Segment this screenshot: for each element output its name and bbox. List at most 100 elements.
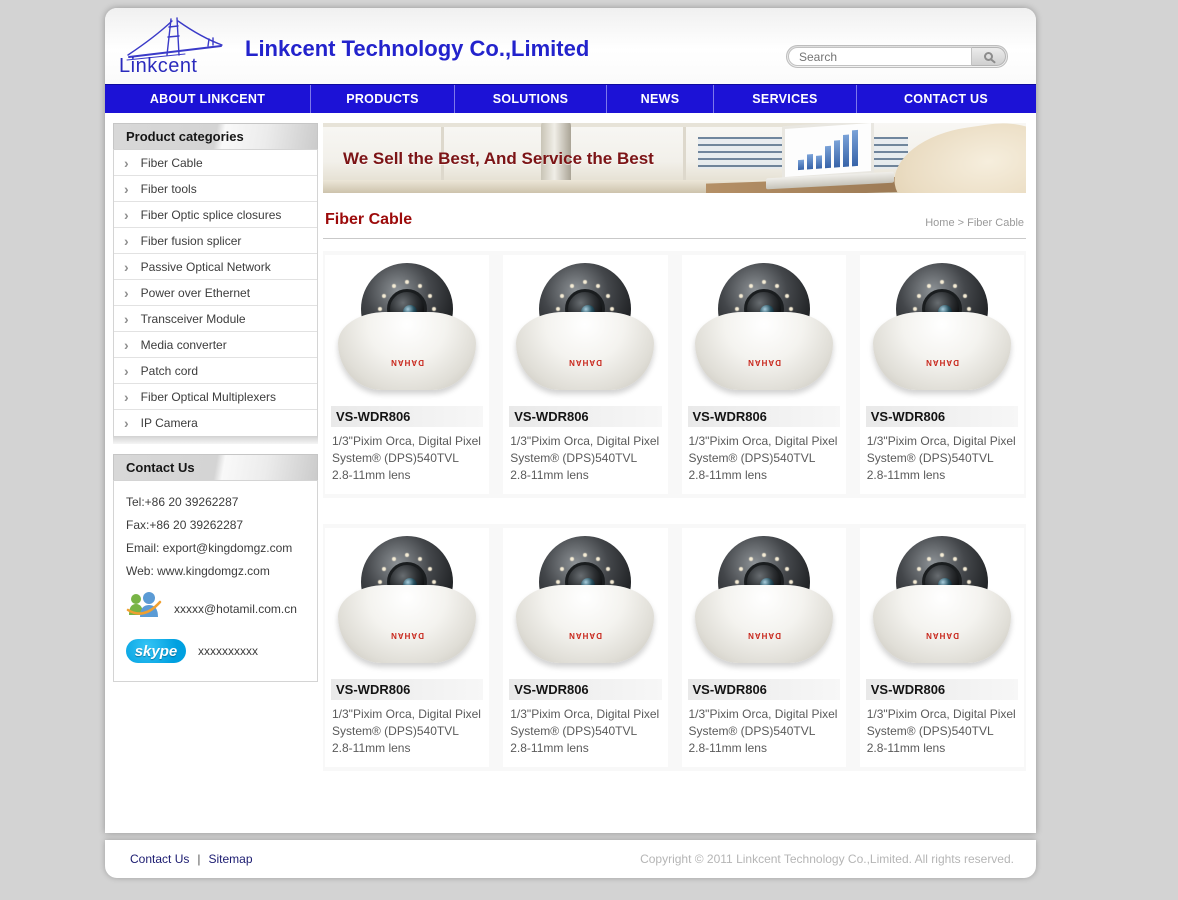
banner-image: We Sell the Best, And Service the Best <box>323 123 1026 193</box>
category-label: Fiber fusion splicer <box>141 234 242 248</box>
magnifier-icon <box>984 52 993 61</box>
product-card: DAHAN VS-WDR806 1/3"Pixim Orca, Digital … <box>325 528 489 767</box>
camera-brand-label: DAHAN <box>689 631 839 640</box>
camera-base <box>695 585 833 663</box>
camera-brand-label: DAHAN <box>510 358 660 367</box>
company-logo[interactable]: Linkcent <box>119 15 231 78</box>
contact-fax: Fax:+86 20 39262287 <box>126 518 305 532</box>
product-card: DAHAN VS-WDR806 1/3"Pixim Orca, Digital … <box>860 255 1024 494</box>
product-title[interactable]: VS-WDR806 <box>688 406 840 427</box>
category-label: Power over Ethernet <box>141 286 250 300</box>
chevron-right-icon: › <box>124 234 129 248</box>
product-card: DAHAN VS-WDR806 1/3"Pixim Orca, Digital … <box>325 255 489 494</box>
footer-contact-us-link[interactable]: Contact Us <box>130 852 189 866</box>
chevron-right-icon: › <box>124 416 129 430</box>
footer-sitemap-link[interactable]: Sitemap <box>208 852 252 866</box>
chevron-right-icon: › <box>124 182 129 196</box>
camera-base <box>338 585 476 663</box>
product-description: 1/3"Pixim Orca, Digital Pixel System® (D… <box>866 433 1018 484</box>
category-label: Media converter <box>141 338 227 352</box>
camera-brand-label: DAHAN <box>867 631 1017 640</box>
sidebar-item-fiber-optical-multiplexers[interactable]: ›Fiber Optical Multiplexers <box>114 384 317 410</box>
camera-base <box>516 585 654 663</box>
category-label: Passive Optical Network <box>141 260 271 274</box>
contact-box: Tel:+86 20 39262287 Fax:+86 20 39262287 … <box>113 480 318 682</box>
breadcrumb-separator: > <box>958 217 964 229</box>
category-label: IP Camera <box>141 416 198 430</box>
camera-brand-label: DAHAN <box>689 358 839 367</box>
camera-brand-label: DAHAN <box>332 631 482 640</box>
camera-base <box>695 312 833 390</box>
sidebar-item-transceiver-module[interactable]: ›Transceiver Module <box>114 306 317 332</box>
chevron-right-icon: › <box>124 364 129 378</box>
sidebar-item-fiber-optic-splice-closures[interactable]: › Fiber Optic splice closures <box>114 202 317 228</box>
product-title[interactable]: VS-WDR806 <box>866 679 1018 700</box>
main-nav: ABOUT LINKCENT PRODUCTS SOLUTIONS NEWS S… <box>105 84 1036 113</box>
product-card: DAHAN VS-WDR806 1/3"Pixim Orca, Digital … <box>503 255 667 494</box>
camera-base <box>338 312 476 390</box>
chevron-right-icon: › <box>124 338 129 352</box>
product-image[interactable]: DAHAN <box>332 533 482 671</box>
chevron-right-icon: › <box>124 260 129 274</box>
sidebar-item-passive-optical-network[interactable]: › Passive Optical Network <box>114 254 317 280</box>
product-description: 1/3"Pixim Orca, Digital Pixel System® (D… <box>331 433 483 484</box>
product-image[interactable]: DAHAN <box>867 260 1017 398</box>
nav-solutions[interactable]: SOLUTIONS <box>455 85 607 113</box>
nav-services[interactable]: SERVICES <box>714 85 857 113</box>
product-description: 1/3"Pixim Orca, Digital Pixel System® (D… <box>509 706 661 757</box>
main-content: We Sell the Best, And Service the Best F… <box>323 123 1026 797</box>
sidebar-item-media-converter[interactable]: › Media converter <box>114 332 317 358</box>
msn-messenger-icon <box>126 590 162 627</box>
product-title[interactable]: VS-WDR806 <box>688 679 840 700</box>
banner-laptop-chart <box>782 123 874 180</box>
nav-contact-us[interactable]: CONTACT US <box>857 85 1035 113</box>
camera-base <box>516 312 654 390</box>
search-input[interactable] <box>788 47 972 66</box>
category-label: Fiber Cable <box>141 156 203 170</box>
product-image[interactable]: DAHAN <box>867 533 1017 671</box>
sidebar-item-fiber-tools[interactable]: › Fiber tools <box>114 176 317 202</box>
site-title: Linkcent Technology Co.,Limited <box>245 36 589 62</box>
breadcrumb-current: Fiber Cable <box>967 217 1024 229</box>
heading-row: Fiber Cable Home > Fiber Cable <box>323 207 1026 239</box>
nav-news[interactable]: NEWS <box>607 85 714 113</box>
sidebar-item-ip-camera[interactable]: › IP Camera <box>114 410 317 436</box>
sidebar-item-patch-cord[interactable]: ›Patch cord <box>114 358 317 384</box>
breadcrumb-home-link[interactable]: Home <box>925 217 954 229</box>
chevron-right-icon: › <box>124 156 129 170</box>
category-list: › Fiber Cable › Fiber tools › Fiber Optic s… <box>113 149 318 437</box>
product-image[interactable]: DAHAN <box>332 260 482 398</box>
skype-id: xxxxxxxxxx <box>198 644 258 658</box>
sidebar-item-power-over-ethernet[interactable]: ›Power over Ethernet <box>114 280 317 306</box>
product-description: 1/3"Pixim Orca, Digital Pixel System® (D… <box>688 433 840 484</box>
product-card: DAHAN VS-WDR806 1/3"Pixim Orca, Digital … <box>860 528 1024 767</box>
product-image[interactable]: DAHAN <box>689 260 839 398</box>
sidebar-item-fiber-cable[interactable]: › Fiber Cable <box>114 150 317 176</box>
product-description: 1/3"Pixim Orca, Digital Pixel System® (D… <box>866 706 1018 757</box>
chevron-right-icon: › <box>124 390 129 404</box>
product-title[interactable]: VS-WDR806 <box>331 679 483 700</box>
product-image[interactable]: DAHAN <box>510 533 660 671</box>
skype-contact-row: skype xxxxxxxxxx <box>126 639 305 663</box>
search-button[interactable] <box>972 47 1006 66</box>
product-image[interactable]: DAHAN <box>689 533 839 671</box>
product-description: 1/3"Pixim Orca, Digital Pixel System® (D… <box>509 433 661 484</box>
contact-email: Email: export@kingdomgz.com <box>126 541 305 555</box>
camera-base <box>873 312 1011 390</box>
product-title[interactable]: VS-WDR806 <box>509 406 661 427</box>
category-label: Fiber tools <box>141 182 197 196</box>
product-image[interactable]: DAHAN <box>510 260 660 398</box>
product-row: DAHAN VS-WDR806 1/3"Pixim Orca, Digital … <box>323 524 1026 771</box>
sidebar-item-fiber-fusion-splicer[interactable]: › Fiber fusion splicer <box>114 228 317 254</box>
product-title[interactable]: VS-WDR806 <box>509 679 661 700</box>
product-title[interactable]: VS-WDR806 <box>331 406 483 427</box>
logo-wordmark: Linkcent <box>119 55 231 78</box>
product-title[interactable]: VS-WDR806 <box>866 406 1018 427</box>
category-label: Fiber Optic splice closures <box>141 208 282 222</box>
chevron-right-icon: › <box>124 208 129 222</box>
nav-about-linkcent[interactable]: ABOUT LINKCENT <box>105 85 311 113</box>
divider <box>113 437 318 444</box>
nav-products[interactable]: PRODUCTS <box>311 85 455 113</box>
product-card: DAHAN VS-WDR806 1/3"Pixim Orca, Digital … <box>503 528 667 767</box>
search-bar <box>786 45 1008 68</box>
